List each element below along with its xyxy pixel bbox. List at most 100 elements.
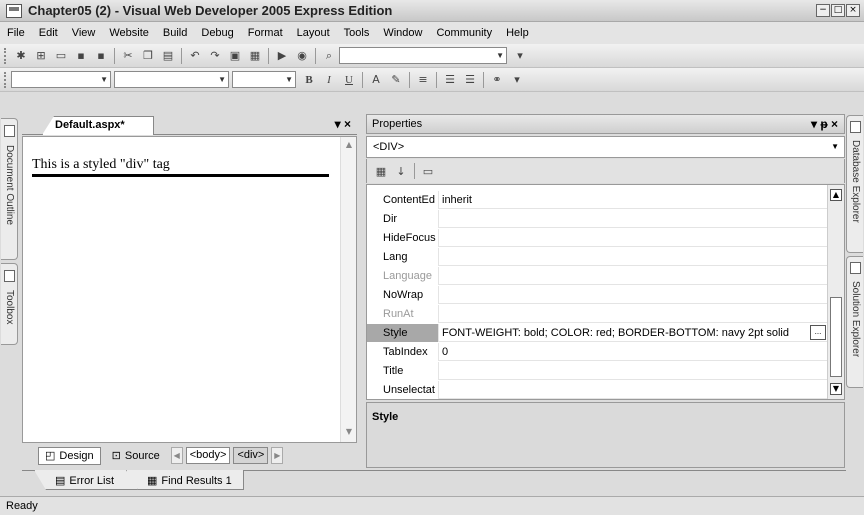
font-size-combo[interactable]: ▼: [232, 71, 296, 88]
design-view-button[interactable]: ◰ Design: [38, 446, 101, 465]
tag-body-button[interactable]: <body>: [185, 447, 231, 464]
menu-file[interactable]: File: [0, 27, 32, 39]
solution-explorer-tab[interactable]: Solution Explorer: [846, 256, 863, 388]
property-value[interactable]: [439, 210, 828, 228]
property-value[interactable]: [439, 229, 828, 247]
database-explorer-tab[interactable]: Database Explorer: [846, 115, 863, 253]
property-grid-scrollbar[interactable]: ▲ ▼: [827, 185, 844, 399]
scroll-up-icon[interactable]: ▲: [830, 189, 842, 201]
menu-edit[interactable]: Edit: [32, 27, 65, 39]
navigate-icon[interactable]: ▦: [247, 48, 263, 64]
object-selector[interactable]: <DIV> ▼: [366, 136, 845, 158]
property-row-style[interactable]: Style FONT-WEIGHT: bold; COLOR: red; BOR…: [367, 324, 828, 342]
menu-view[interactable]: View: [65, 27, 103, 39]
styled-div-content[interactable]: This is a styled "div" tag: [32, 157, 329, 177]
property-value[interactable]: [439, 286, 828, 304]
scroll-thumb[interactable]: [830, 297, 842, 377]
maximize-button[interactable]: □: [831, 4, 845, 17]
layout-icon[interactable]: ▣: [227, 48, 243, 64]
toolbar-options-icon[interactable]: ▾: [509, 72, 525, 88]
toolbox-tab[interactable]: Toolbox: [1, 263, 18, 345]
property-row-runat[interactable]: RunAt: [367, 305, 828, 323]
scroll-down-icon[interactable]: ▼: [830, 383, 842, 395]
cut-icon[interactable]: ✂: [120, 48, 136, 64]
property-row-lang[interactable]: Lang: [367, 248, 828, 266]
redo-icon[interactable]: ↷: [207, 48, 223, 64]
property-value[interactable]: [439, 267, 828, 285]
find-icon[interactable]: ⌕: [321, 48, 337, 64]
fore-color-icon[interactable]: A: [368, 72, 384, 88]
italic-button[interactable]: I: [321, 72, 337, 88]
scroll-up-icon[interactable]: ▲: [343, 140, 355, 152]
font-name-combo[interactable]: ▼: [114, 71, 229, 88]
menu-community[interactable]: Community: [429, 27, 499, 39]
property-row-dir[interactable]: Dir: [367, 210, 828, 228]
new-project-icon[interactable]: ✱: [13, 48, 29, 64]
numbered-list-icon[interactable]: ☰: [442, 72, 458, 88]
document-outline-tab[interactable]: Document Outline: [1, 118, 18, 260]
property-row-tabindex[interactable]: TabIndex 0: [367, 343, 828, 361]
undo-icon[interactable]: ↶: [187, 48, 203, 64]
find-combo[interactable]: ▼: [339, 47, 507, 64]
minimize-button[interactable]: −: [816, 4, 830, 17]
close-button[interactable]: ×: [846, 4, 860, 17]
menu-layout[interactable]: Layout: [290, 27, 337, 39]
bold-button[interactable]: B: [301, 72, 317, 88]
property-value[interactable]: [439, 362, 828, 380]
block-format-combo[interactable]: ▼: [11, 71, 111, 88]
tag-nav-left-icon[interactable]: ◀: [170, 447, 183, 464]
tag-div-button[interactable]: <div>: [233, 447, 269, 464]
property-pages-icon[interactable]: ▭: [420, 163, 436, 179]
source-view-button[interactable]: ⊡ Source: [105, 447, 167, 465]
property-value[interactable]: [439, 248, 828, 266]
paste-icon[interactable]: ▤: [160, 48, 176, 64]
categorized-icon[interactable]: ▦: [373, 163, 389, 179]
view-in-browser-icon[interactable]: ◉: [294, 48, 310, 64]
property-value[interactable]: [439, 381, 828, 399]
alphabetical-icon[interactable]: ↓: [393, 163, 409, 179]
menu-help[interactable]: Help: [499, 27, 536, 39]
menu-window[interactable]: Window: [376, 27, 429, 39]
menu-tools[interactable]: Tools: [337, 27, 377, 39]
property-row-contented[interactable]: ContentEd inherit: [367, 191, 828, 209]
find-results-tab[interactable]: ▦ Find Results 1: [126, 470, 244, 490]
property-row-hidefocus[interactable]: HideFocus: [367, 229, 828, 247]
document-tab-controls[interactable]: ▾ ×: [335, 117, 351, 131]
property-value[interactable]: [439, 305, 828, 323]
menu-format[interactable]: Format: [241, 27, 290, 39]
scroll-down-icon[interactable]: ▼: [343, 427, 355, 439]
menu-debug[interactable]: Debug: [194, 27, 240, 39]
bulleted-list-icon[interactable]: ☰: [462, 72, 478, 88]
save-icon[interactable]: ▪: [73, 48, 89, 64]
property-value[interactable]: inherit: [439, 191, 828, 209]
property-value[interactable]: FONT-WEIGHT: bold; COLOR: red; BORDER-BO…: [439, 324, 828, 342]
tab-default-aspx[interactable]: Default.aspx*: [42, 116, 154, 135]
back-color-icon[interactable]: ✎: [388, 72, 404, 88]
start-debugging-icon[interactable]: ▶: [274, 48, 290, 64]
justify-icon[interactable]: ≡: [415, 72, 431, 88]
underline-button[interactable]: U: [341, 72, 357, 88]
design-vertical-scrollbar[interactable]: ▲ ▼: [340, 137, 356, 442]
menu-website[interactable]: Website: [102, 27, 156, 39]
menu-build[interactable]: Build: [156, 27, 194, 39]
add-item-icon[interactable]: ⊞: [33, 48, 49, 64]
toolbar-grip[interactable]: [4, 71, 7, 88]
properties-title-controls[interactable]: ▾ ᵽ ×: [811, 117, 838, 131]
toolbar-grip[interactable]: [4, 47, 7, 64]
app-icon[interactable]: [6, 3, 22, 18]
copy-icon[interactable]: ❐: [140, 48, 156, 64]
toolbar-options-icon[interactable]: ▾: [512, 48, 528, 64]
open-file-icon[interactable]: ▭: [53, 48, 69, 64]
error-list-tab[interactable]: ▤ Error List: [34, 470, 138, 490]
property-row-title[interactable]: Title: [367, 362, 828, 380]
property-value[interactable]: 0: [439, 343, 828, 361]
property-row-language[interactable]: Language: [367, 267, 828, 285]
style-value-text[interactable]: FONT-WEIGHT: bold; COLOR: red; BORDER-BO…: [442, 327, 789, 339]
design-canvas[interactable]: This is a styled "div" tag ▲ ▼: [22, 136, 357, 443]
save-all-icon[interactable]: ▪: [93, 48, 109, 64]
hyperlink-icon[interactable]: ⚭: [489, 72, 505, 88]
ellipsis-button[interactable]: ...: [810, 325, 826, 340]
chevron-down-icon[interactable]: ▼: [831, 142, 839, 151]
property-row-nowrap[interactable]: NoWrap: [367, 286, 828, 304]
tag-nav-right-icon[interactable]: ▶: [271, 447, 284, 464]
